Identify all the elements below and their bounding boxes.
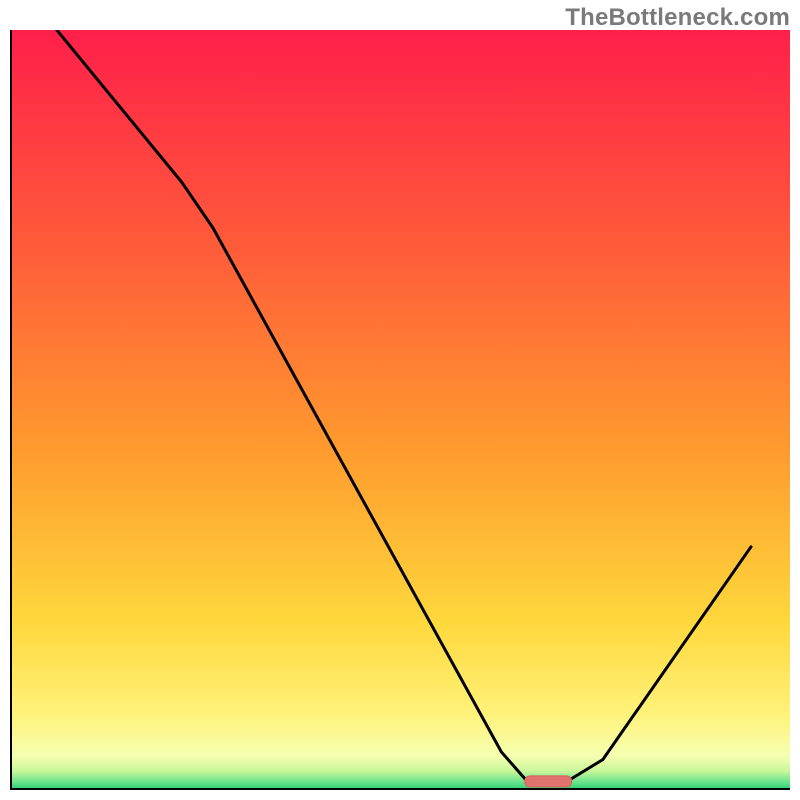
plot-frame bbox=[10, 30, 790, 790]
optimum-marker bbox=[525, 776, 572, 787]
watermark-text: TheBottleneck.com bbox=[565, 4, 790, 32]
bottleneck-chart bbox=[10, 30, 790, 790]
gradient-background bbox=[10, 30, 790, 790]
chart-canvas: TheBottleneck.com bbox=[0, 0, 800, 800]
